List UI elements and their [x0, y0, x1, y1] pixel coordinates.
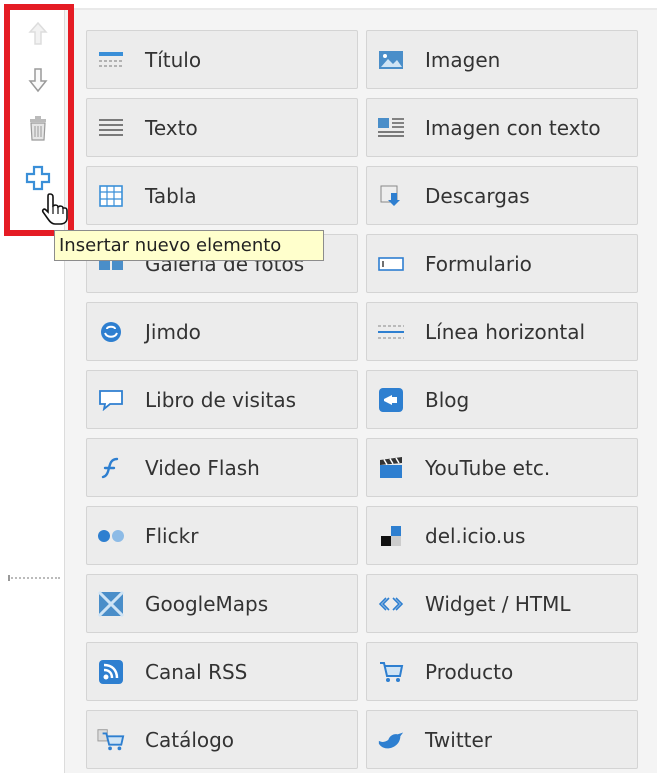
- table-icon: [97, 182, 125, 210]
- element-button-descargas[interactable]: Descargas: [366, 166, 638, 225]
- cart-icon: [377, 658, 405, 686]
- code-icon: [377, 590, 405, 618]
- flickr-icon: [97, 522, 125, 550]
- element-button-googlemaps[interactable]: GoogleMaps: [86, 574, 358, 633]
- element-button-widget-html[interactable]: Widget / HTML: [366, 574, 638, 633]
- title-icon: [97, 46, 125, 74]
- plus-icon: [25, 165, 51, 191]
- move-up-button[interactable]: [20, 14, 56, 54]
- flash-icon: [97, 454, 125, 482]
- arrow-up-icon: [28, 21, 48, 45]
- hand-cursor-icon: [41, 193, 68, 225]
- download-icon: [377, 182, 405, 210]
- element-button-video-flash[interactable]: Video Flash: [86, 438, 358, 497]
- element-button-flickr[interactable]: Flickr: [86, 506, 358, 565]
- element-button-texto[interactable]: Texto: [86, 98, 358, 157]
- jimdo-icon: [97, 318, 125, 346]
- twitter-icon: [377, 726, 405, 754]
- element-button-youtube[interactable]: YouTube etc.: [366, 438, 638, 497]
- horizontal-line-icon: [377, 318, 405, 346]
- trash-icon: [30, 116, 46, 141]
- drag-handle[interactable]: [8, 575, 60, 581]
- catalog-icon: [97, 726, 125, 754]
- map-icon: [97, 590, 125, 618]
- element-button-libro-de-visitas[interactable]: Libro de visitas: [86, 370, 358, 429]
- element-button-twitter[interactable]: Twitter: [366, 710, 638, 769]
- text-icon: [97, 114, 125, 142]
- element-button-blog[interactable]: Blog: [366, 370, 638, 429]
- element-button-canal-rss[interactable]: Canal RSS: [86, 642, 358, 701]
- image-icon: [377, 46, 405, 74]
- element-button-imagen[interactable]: Imagen: [366, 30, 638, 89]
- blog-icon: [377, 386, 405, 414]
- element-button-catalogo[interactable]: Catálogo: [86, 710, 358, 769]
- tooltip: Insertar nuevo elemento: [54, 230, 324, 261]
- form-icon: [377, 250, 405, 278]
- element-button-jimdo[interactable]: Jimdo: [86, 302, 358, 361]
- element-button-titulo[interactable]: Título: [86, 30, 358, 89]
- rss-icon: [97, 658, 125, 686]
- element-button-formulario[interactable]: Formulario: [366, 234, 638, 293]
- delicious-icon: [377, 522, 405, 550]
- image-text-icon: [377, 114, 405, 142]
- guestbook-icon: [97, 386, 125, 414]
- panel-divider: [64, 8, 657, 10]
- element-button-imagen-con-texto[interactable]: Imagen con texto: [366, 98, 638, 157]
- youtube-icon: [377, 454, 405, 482]
- element-button-tabla[interactable]: Tabla: [86, 166, 358, 225]
- arrow-down-icon: [28, 68, 48, 93]
- delete-button[interactable]: [20, 108, 56, 148]
- element-button-producto[interactable]: Producto: [366, 642, 638, 701]
- element-button-delicious[interactable]: del.icio.us: [366, 506, 638, 565]
- move-down-button[interactable]: [20, 60, 56, 100]
- element-button-linea-horizontal[interactable]: Línea horizontal: [366, 302, 638, 361]
